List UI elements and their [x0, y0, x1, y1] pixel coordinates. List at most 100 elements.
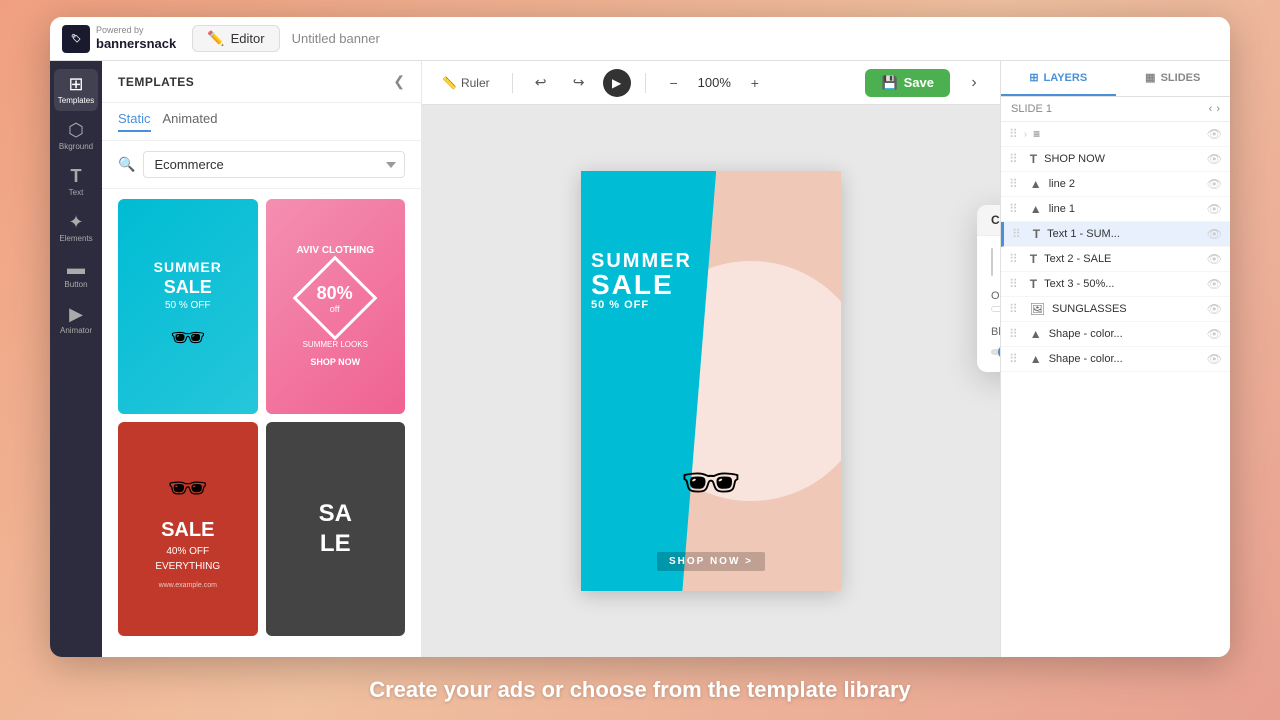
play-button[interactable]: ▶ [603, 69, 631, 97]
sidebar-item-background[interactable]: ⬡ Bkground [54, 115, 98, 157]
slide-prev-button[interactable]: ‹ [1209, 103, 1213, 115]
sidebar-item-text[interactable]: T Text [54, 161, 98, 203]
zoom-in-button[interactable]: + [741, 69, 769, 97]
slides-icon: ▦ [1145, 71, 1155, 84]
more-button[interactable]: › [960, 69, 988, 97]
layer-item-group[interactable]: ⠿ › ≡ 👁 [1001, 122, 1230, 147]
tmpl2-big: 80% [317, 283, 353, 304]
left-sidebar: ⊞ Templates ⬡ Bkground T Text ✦ Elements… [50, 61, 102, 657]
ruler-icon: 📏 [442, 76, 457, 90]
color-swatch[interactable] [991, 248, 993, 276]
tmpl2-brand: AVIV CLOTHING [296, 245, 374, 256]
banner-sunglass-icon: 🕶 [681, 454, 742, 511]
banner-line3: 50 % OFF [591, 299, 692, 311]
canvas-content[interactable]: SUMMER SALE 50 % OFF 🕶 SHOP NOW > COLOR … [422, 105, 1000, 657]
opacity-bar[interactable] [991, 306, 1000, 312]
layer-item-line2[interactable]: ⠿ ▲ line 2 👁 [1001, 172, 1230, 197]
drag-handle-icon: ⠿ [1012, 227, 1021, 241]
layer-list: ⠿ › ≡ 👁 ⠿ T SHOP NOW 👁 ⠿ ▲ [1001, 122, 1230, 657]
slide-nav: SLIDE 1 ‹ › [1001, 97, 1230, 122]
layer-item-line1[interactable]: ⠿ ▲ line 1 👁 [1001, 197, 1230, 222]
sidebar-item-animator[interactable]: ▶ Animator [54, 299, 98, 341]
sidebar-button-label: Button [64, 280, 87, 289]
sidebar-item-templates[interactable]: ⊞ Templates [54, 69, 98, 111]
layer-name-line2: line 2 [1049, 178, 1203, 190]
panel-collapse-button[interactable]: ❮ [393, 73, 405, 90]
save-label: Save [904, 75, 934, 90]
logo-text-block: Powered by bannersnack [96, 25, 176, 53]
banner-title-input[interactable] [292, 31, 468, 46]
tmpl1-line2: SALE [164, 277, 212, 298]
layer-item-shape2[interactable]: ⠿ ▲ Shape - color... 👁 [1001, 347, 1230, 372]
layer-item-text1[interactable]: ⠿ T Text 1 - SUM... 👁 [1001, 222, 1230, 247]
zoom-out-button[interactable]: − [660, 69, 688, 97]
drag-handle-icon: ⠿ [1009, 277, 1018, 291]
template-thumb-1[interactable]: SUMMER SALE 50 % OFF 🕶 [118, 199, 258, 414]
sidebar-item-elements[interactable]: ✦ Elements [54, 207, 98, 249]
logo-icon: 🏷 [62, 25, 90, 53]
visibility-icon[interactable]: 👁 [1207, 252, 1222, 266]
layer-name-shape2: Shape - color... [1049, 353, 1203, 365]
color-picker-header: COLOR [977, 205, 1000, 236]
layer-item-text3[interactable]: ⠿ T Text 3 - 50%... 👁 [1001, 272, 1230, 297]
drag-handle-icon: ⠿ [1009, 177, 1018, 191]
visibility-icon[interactable]: 👁 [1207, 327, 1222, 341]
tab-layers[interactable]: ⊞ LAYERS [1001, 61, 1116, 96]
sidebar-templates-label: Templates [58, 96, 94, 105]
drag-handle-icon: ⠿ [1009, 252, 1018, 266]
background-icon: ⬡ [68, 121, 84, 139]
tmpl2-diamond: 80% off [293, 256, 378, 341]
pencil-icon: ✏️ [207, 30, 224, 47]
slide-label: SLIDE 1 [1011, 103, 1052, 115]
visibility-icon[interactable]: 👁 [1207, 352, 1222, 366]
ruler-label: Ruler [461, 76, 490, 90]
visibility-icon[interactable]: 👁 [1207, 227, 1222, 241]
tmpl3-sunglass-icon: 🕶 [167, 469, 208, 507]
slide-next-button[interactable]: › [1216, 103, 1220, 115]
undo-button[interactable]: ↩ [527, 69, 555, 97]
drag-handle-icon: ⠿ [1009, 302, 1018, 316]
layer-name-line1: line 1 [1049, 203, 1203, 215]
visibility-icon[interactable]: 👁 [1207, 152, 1222, 166]
search-icon: 🔍 [118, 156, 135, 173]
layer-item-text2[interactable]: ⠿ T Text 2 - SALE 👁 [1001, 247, 1230, 272]
right-panel-tabs: ⊞ LAYERS ▦ SLIDES [1001, 61, 1230, 97]
layer-item-shape1[interactable]: ⠿ ▲ Shape - color... 👁 [1001, 322, 1230, 347]
text-layer-icon: T [1030, 152, 1037, 166]
tab-slides[interactable]: ▦ SLIDES [1116, 61, 1231, 96]
editor-tab[interactable]: ✏️ Editor [192, 25, 279, 52]
opacity-label: Opacity [991, 290, 1000, 302]
redo-button[interactable]: ↪ [565, 69, 593, 97]
layer-name-text3: Text 3 - 50%... [1044, 278, 1203, 290]
template-grid: SUMMER SALE 50 % OFF 🕶 AVIV CLOTHING 80%… [102, 189, 421, 646]
drag-handle-icon: ⠿ [1009, 127, 1018, 141]
ruler-button[interactable]: 📏 Ruler [434, 72, 498, 94]
logo-powered: Powered by [96, 25, 176, 35]
sidebar-item-button[interactable]: ▬ Button [54, 253, 98, 295]
layer-item-sunglasses[interactable]: ⠿ 🖼 SUNGLASSES 👁 [1001, 297, 1230, 322]
banner-preview[interactable]: SUMMER SALE 50 % OFF 🕶 SHOP NOW > [581, 171, 841, 591]
expand-icon[interactable]: › [1024, 129, 1027, 140]
visibility-icon-group[interactable]: 👁 [1207, 127, 1222, 141]
visibility-icon[interactable]: 👁 [1207, 202, 1222, 216]
text-icon: T [71, 167, 82, 185]
color-picker-popup: COLOR T 🎨 ⊕ 🔗 🗄 🔒 🗑 [977, 205, 1000, 372]
blur-slider[interactable] [991, 349, 1000, 355]
template-thumb-2[interactable]: AVIV CLOTHING 80% off SUMMER LOOKS SHOP … [266, 199, 406, 414]
tab-static[interactable]: Static [118, 111, 151, 132]
category-select[interactable]: Ecommerce Fashion Sale [143, 151, 405, 178]
drag-handle-icon: ⠿ [1009, 352, 1018, 366]
logo-area: 🏷 Powered by bannersnack [62, 25, 176, 53]
save-button[interactable]: 💾 Save [865, 69, 950, 97]
layer-item-shopnow[interactable]: ⠿ T SHOP NOW 👁 [1001, 147, 1230, 172]
visibility-icon[interactable]: 👁 [1207, 177, 1222, 191]
tab-animated[interactable]: Animated [163, 111, 218, 132]
tmpl2-line3: SUMMER LOOKS [303, 340, 368, 349]
main-layout: ⊞ Templates ⬡ Bkground T Text ✦ Elements… [50, 61, 1230, 657]
template-thumb-3[interactable]: 🕶 SALE 40% OFF EVERYTHING www.example.co… [118, 422, 258, 637]
template-thumb-4[interactable]: SA LE [266, 422, 406, 637]
visibility-icon[interactable]: 👁 [1207, 277, 1222, 291]
tmpl4-line2: LE [320, 530, 351, 558]
text-layer-icon: T [1033, 227, 1040, 241]
visibility-icon[interactable]: 👁 [1207, 302, 1222, 316]
